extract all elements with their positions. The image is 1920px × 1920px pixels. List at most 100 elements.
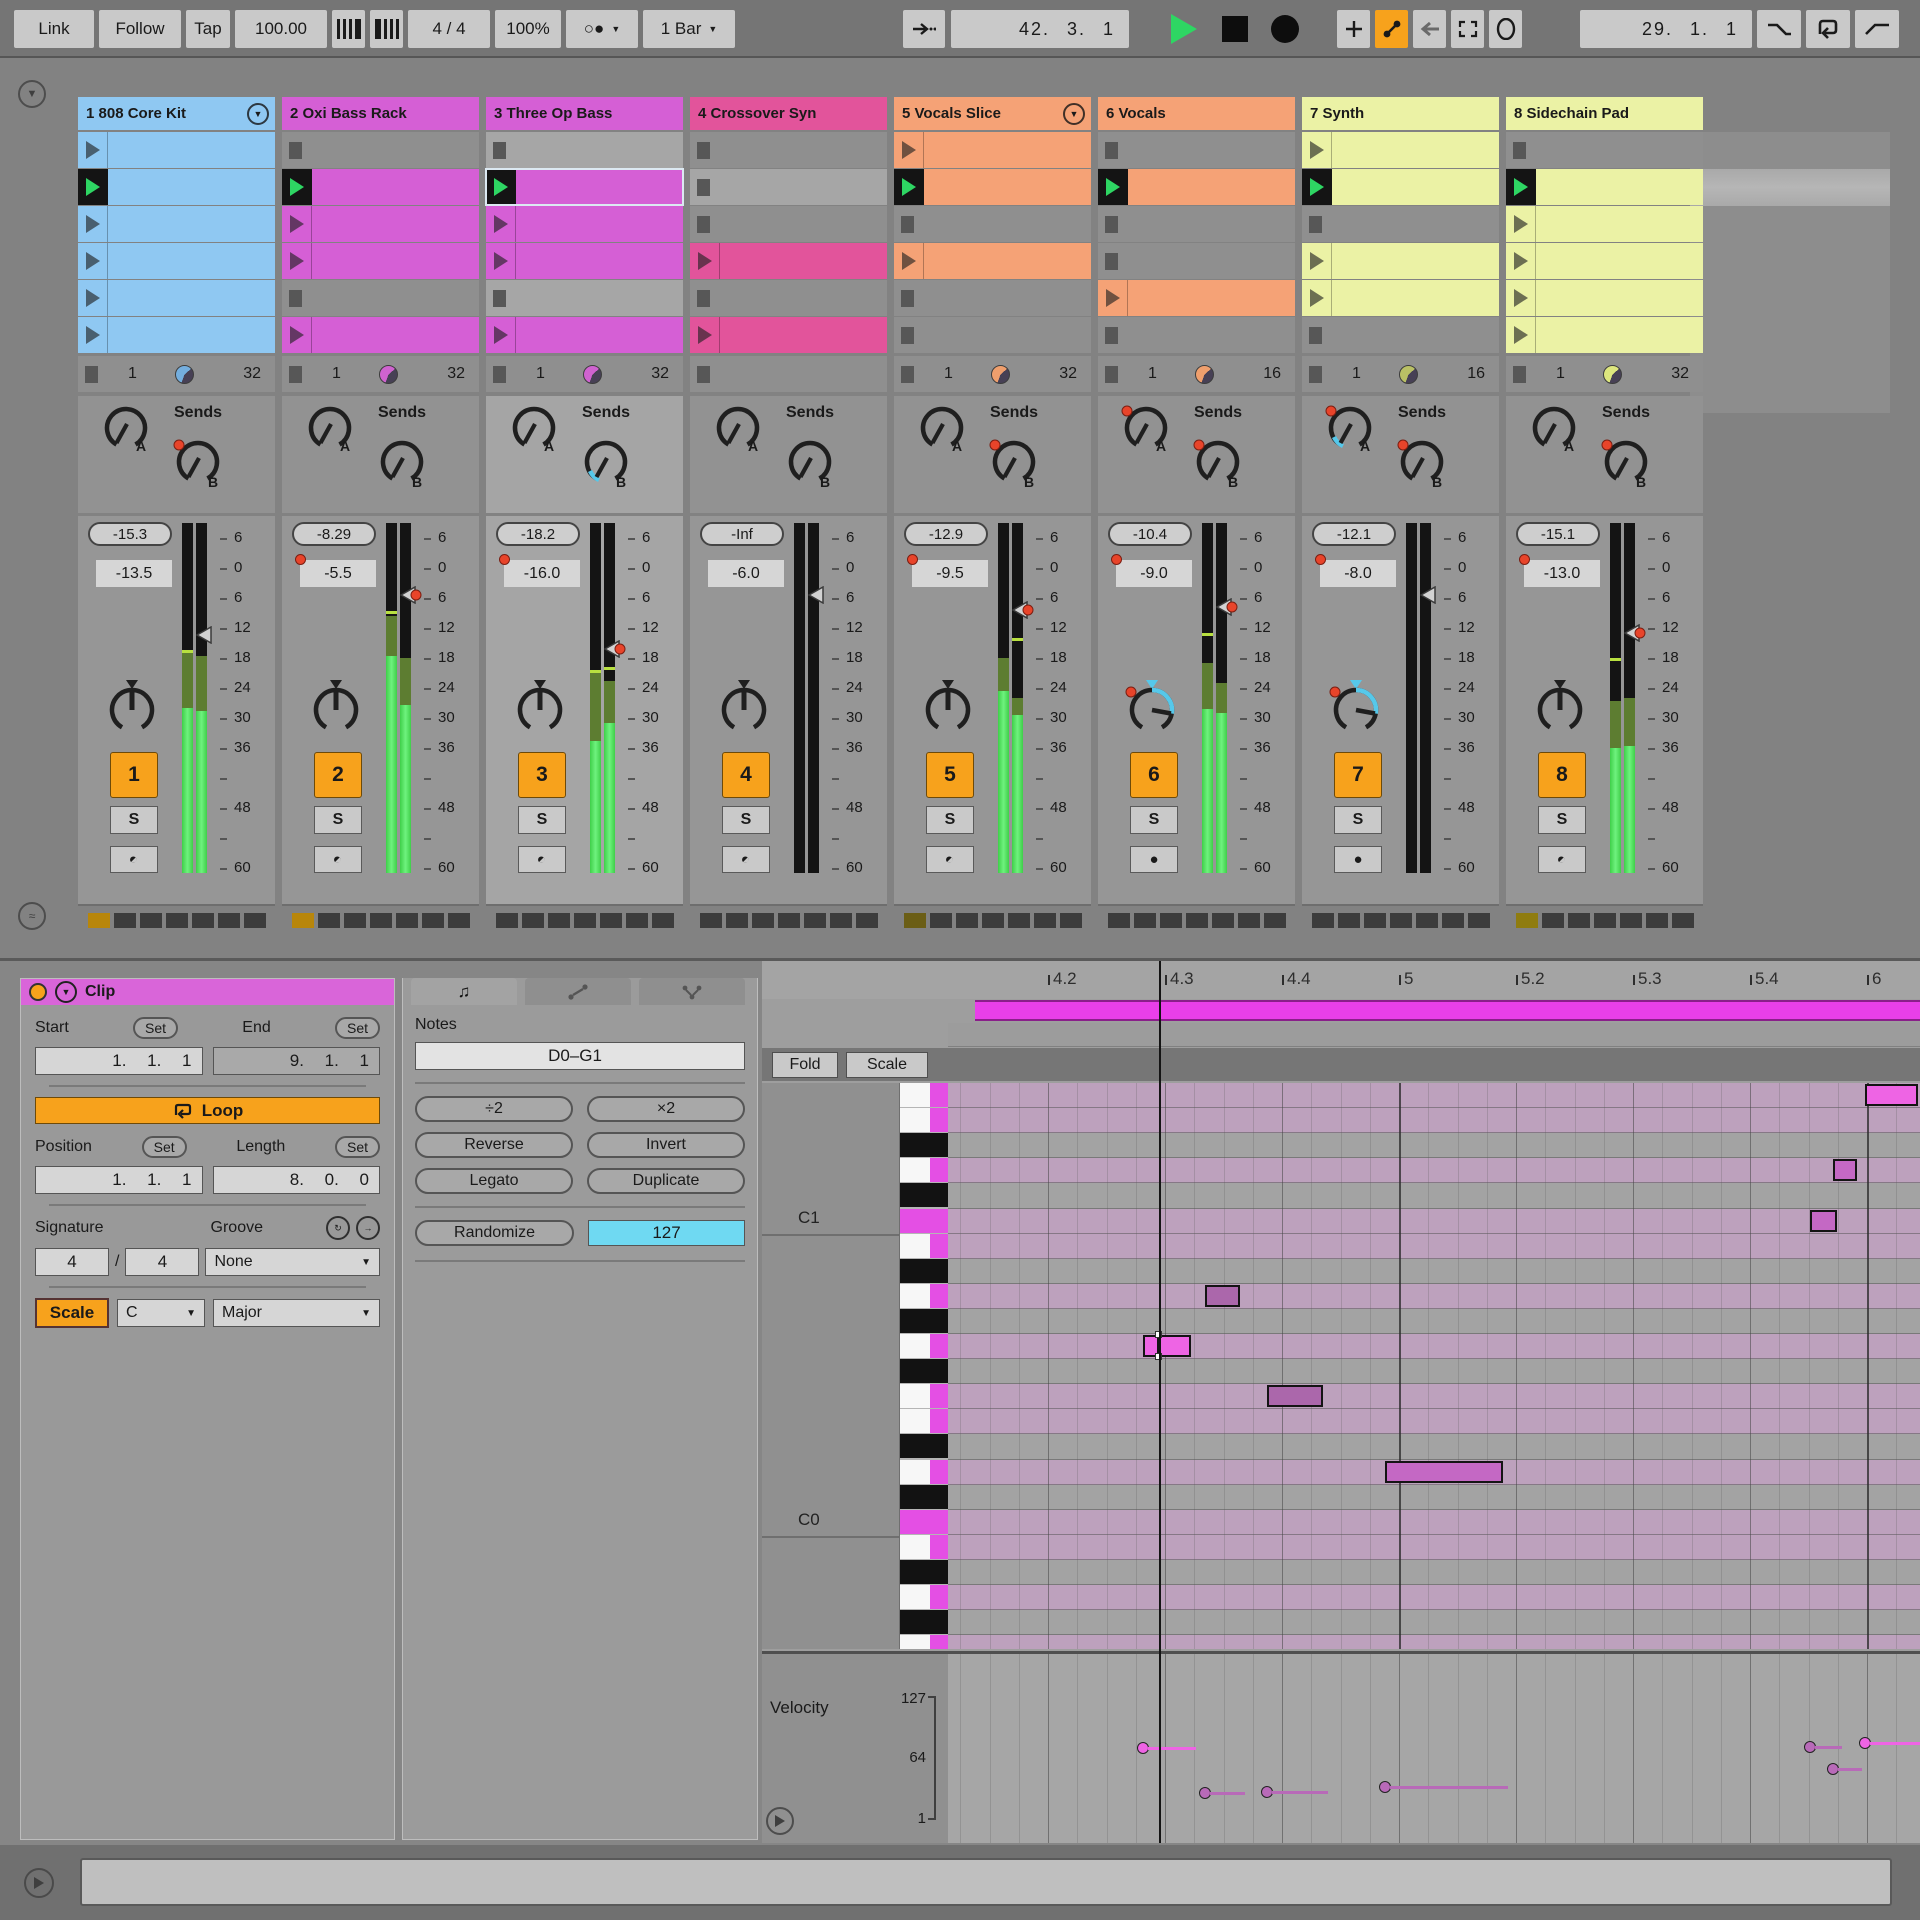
clip-slot[interactable] (894, 280, 1091, 316)
velocity-preview-button[interactable] (766, 1807, 794, 1835)
automation-arm-button[interactable] (1375, 10, 1408, 48)
piano-key-C#0[interactable] (900, 1485, 948, 1510)
clip-slot[interactable] (1506, 132, 1703, 168)
volume-field[interactable]: -9.5 (912, 560, 988, 587)
clip-slot[interactable] (1302, 317, 1499, 353)
track-stop-button[interactable] (1309, 366, 1322, 383)
arrangement-position-display[interactable]: 42. 3. 1 (951, 10, 1129, 48)
peak-level-display[interactable]: -12.1 (1312, 522, 1396, 546)
peak-level-display[interactable]: -8.29 (292, 522, 376, 546)
duplicate-button[interactable]: Duplicate (587, 1168, 745, 1194)
pan-knob[interactable] (512, 678, 568, 743)
clip-launch-button[interactable] (1098, 280, 1128, 316)
pan-knob[interactable] (920, 678, 976, 743)
piano-key-A-1[interactable] (900, 1585, 948, 1610)
clip-launch-button[interactable] (690, 243, 720, 279)
loop-toggle-button[interactable]: Loop (35, 1097, 380, 1124)
draw-mode-button[interactable] (1451, 10, 1484, 48)
midi-note-D0[interactable] (1385, 1461, 1503, 1483)
set-length-button[interactable]: Set (335, 1136, 380, 1158)
io-section-toggle[interactable]: ▼ (18, 80, 46, 108)
signature-denominator-field[interactable]: 4 (125, 1248, 199, 1276)
clip-slot[interactable] (78, 132, 275, 168)
clip-launch-button[interactable] (78, 243, 108, 279)
clip-slot[interactable] (486, 132, 683, 168)
clip-launch-button[interactable] (894, 132, 924, 168)
clip-launch-button[interactable] (894, 169, 924, 205)
tab-envelopes[interactable] (525, 978, 631, 1005)
clip-launch-button[interactable] (486, 169, 516, 205)
pan-knob[interactable] (1124, 678, 1180, 743)
clip-slot[interactable] (690, 169, 887, 205)
piano-key-C0[interactable] (900, 1510, 948, 1535)
solo-button[interactable]: S (926, 806, 974, 834)
piano-key-B-1[interactable] (900, 1535, 948, 1560)
piano-key-D1[interactable] (900, 1158, 948, 1183)
piano-key-C#1[interactable] (900, 1183, 948, 1208)
arm-button[interactable]: ◐ (722, 846, 770, 873)
pan-knob[interactable] (1328, 678, 1384, 743)
volume-fader-handle[interactable] (400, 586, 422, 609)
clip-slot[interactable] (486, 169, 683, 205)
tempo-display[interactable]: 100.00 (235, 10, 327, 48)
arm-button[interactable]: ◐ (518, 846, 566, 873)
peak-level-display[interactable]: -Inf (700, 522, 784, 546)
loop-position-field[interactable]: 1. 1. 1 (35, 1166, 203, 1194)
clip-slot[interactable] (78, 243, 275, 279)
clip-launch-button[interactable] (1506, 280, 1536, 316)
clip-slot[interactable] (282, 280, 479, 316)
peak-level-display[interactable]: -15.1 (1516, 522, 1600, 546)
reverse-button[interactable]: Reverse (415, 1132, 573, 1158)
piano-key-F1[interactable] (900, 1083, 948, 1108)
volume-fader-handle[interactable] (604, 640, 626, 663)
clip-slot[interactable] (894, 169, 1091, 205)
nudge-down-button[interactable] (332, 10, 365, 48)
scale-root-select[interactable]: C▼ (117, 1299, 205, 1327)
volume-fader-handle[interactable] (808, 586, 830, 609)
record-button[interactable] (1263, 10, 1307, 48)
pan-knob[interactable] (104, 678, 160, 743)
clip-slot[interactable] (282, 169, 479, 205)
track-stop-button[interactable] (493, 366, 506, 383)
clip-end-field[interactable]: 9. 1. 1 (213, 1047, 381, 1075)
track-activator-button[interactable]: 4 (722, 752, 770, 798)
set-position-button[interactable]: Set (142, 1136, 187, 1158)
halve-time-button[interactable]: ÷2 (415, 1096, 573, 1122)
clip-slot[interactable] (690, 243, 887, 279)
piano-key-C1[interactable] (900, 1209, 948, 1234)
track-activator-button[interactable]: 7 (1334, 752, 1382, 798)
track-stop-button[interactable] (85, 366, 98, 383)
nudge-up-button[interactable] (370, 10, 403, 48)
clip-launch-button[interactable] (1302, 280, 1332, 316)
clip-slot[interactable] (1302, 206, 1499, 242)
track-header[interactable]: 5 Vocals Slice▼ (894, 97, 1091, 130)
randomize-button[interactable]: Randomize (415, 1220, 574, 1246)
solo-button[interactable]: S (314, 806, 362, 834)
clip-slot[interactable] (1506, 206, 1703, 242)
punch-out-button[interactable] (1855, 10, 1899, 48)
track-stop-button[interactable] (697, 366, 710, 383)
piano-key-A#0[interactable] (900, 1259, 948, 1284)
piano-key-F#0[interactable] (900, 1359, 948, 1384)
clip-launch-button[interactable] (690, 317, 720, 353)
clip-launch-button[interactable] (1098, 169, 1128, 205)
clip-slot[interactable] (1506, 317, 1703, 353)
volume-field[interactable]: -16.0 (504, 560, 580, 587)
track-activator-button[interactable]: 8 (1538, 752, 1586, 798)
new-midi-button[interactable] (1337, 10, 1370, 48)
track-activator-button[interactable]: 5 (926, 752, 974, 798)
clip-launch-button[interactable] (78, 317, 108, 353)
randomize-range-field[interactable]: 127 (588, 1220, 745, 1246)
clip-slot[interactable] (1302, 280, 1499, 316)
note-grid[interactable] (948, 1083, 1920, 1649)
clip-slot[interactable] (1302, 169, 1499, 205)
clip-launch-button[interactable] (486, 317, 516, 353)
clip-slot[interactable] (486, 243, 683, 279)
follow-button[interactable]: Follow (99, 10, 181, 48)
piano-key-F0[interactable] (900, 1384, 948, 1409)
clip-slot[interactable] (690, 280, 887, 316)
clip-slot[interactable] (78, 169, 275, 205)
clip-activator-button[interactable] (29, 983, 47, 1001)
volume-fader-handle[interactable] (196, 626, 218, 649)
track-header[interactable]: 1 808 Core Kit▼ (78, 97, 275, 130)
